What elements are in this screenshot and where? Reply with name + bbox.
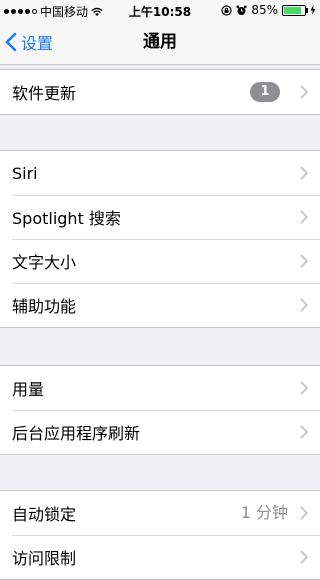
chevron-right-icon	[300, 550, 308, 564]
page-title: 通用	[143, 32, 177, 52]
chevron-right-icon	[300, 381, 308, 395]
row-siri[interactable]: Siri	[0, 151, 320, 195]
row-background-app-refresh[interactable]: 后台应用程序刷新	[0, 410, 320, 454]
row-label: 辅助功能	[12, 297, 77, 316]
row-label: 用量	[12, 380, 45, 399]
row-label: 文字大小	[12, 253, 77, 272]
navigation-bar: 设置 通用	[0, 20, 320, 65]
chevron-right-icon	[300, 254, 308, 268]
row-label: Spotlight 搜索	[12, 209, 121, 228]
row-text-size[interactable]: 文字大小	[0, 239, 320, 283]
chevron-right-icon	[300, 166, 308, 180]
status-right: 85%	[221, 3, 316, 17]
settings-group-search: Siri Spotlight 搜索 文字大小 辅助功能	[0, 150, 320, 328]
battery-level	[284, 6, 301, 14]
settings-group-usage: 用量 后台应用程序刷新	[0, 365, 320, 455]
row-label: 自动锁定	[12, 505, 77, 524]
settings-group-update: 软件更新 1	[0, 69, 320, 115]
charging-icon	[310, 5, 316, 15]
chevron-right-icon	[300, 298, 308, 312]
battery-percent: 85%	[251, 3, 278, 17]
battery-icon	[282, 4, 308, 16]
row-spotlight-search[interactable]: Spotlight 搜索	[0, 195, 320, 239]
chevron-right-icon	[300, 85, 308, 99]
status-bar: 中国移动 上午10:58 85%	[0, 0, 320, 20]
row-auto-lock[interactable]: 自动锁定 1 分钟	[0, 491, 320, 535]
alarm-icon	[236, 5, 247, 15]
row-label: 后台应用程序刷新	[12, 424, 141, 443]
chevron-right-icon	[300, 425, 308, 439]
update-count-badge: 1	[250, 82, 280, 102]
row-accessibility[interactable]: 辅助功能	[0, 283, 320, 327]
lock-rotation-icon	[221, 4, 232, 16]
chevron-right-icon	[300, 210, 308, 224]
row-label: Siri	[12, 163, 38, 183]
chevron-right-icon	[300, 506, 308, 520]
row-usage[interactable]: 用量	[0, 366, 320, 410]
row-software-update[interactable]: 软件更新 1	[0, 70, 320, 114]
row-label: 软件更新	[12, 84, 77, 103]
row-restrictions[interactable]: 访问限制	[0, 535, 320, 579]
settings-group-lock: 自动锁定 1 分钟 访问限制	[0, 490, 320, 580]
row-label: 访问限制	[12, 549, 77, 568]
auto-lock-value: 1 分钟	[240, 503, 288, 522]
